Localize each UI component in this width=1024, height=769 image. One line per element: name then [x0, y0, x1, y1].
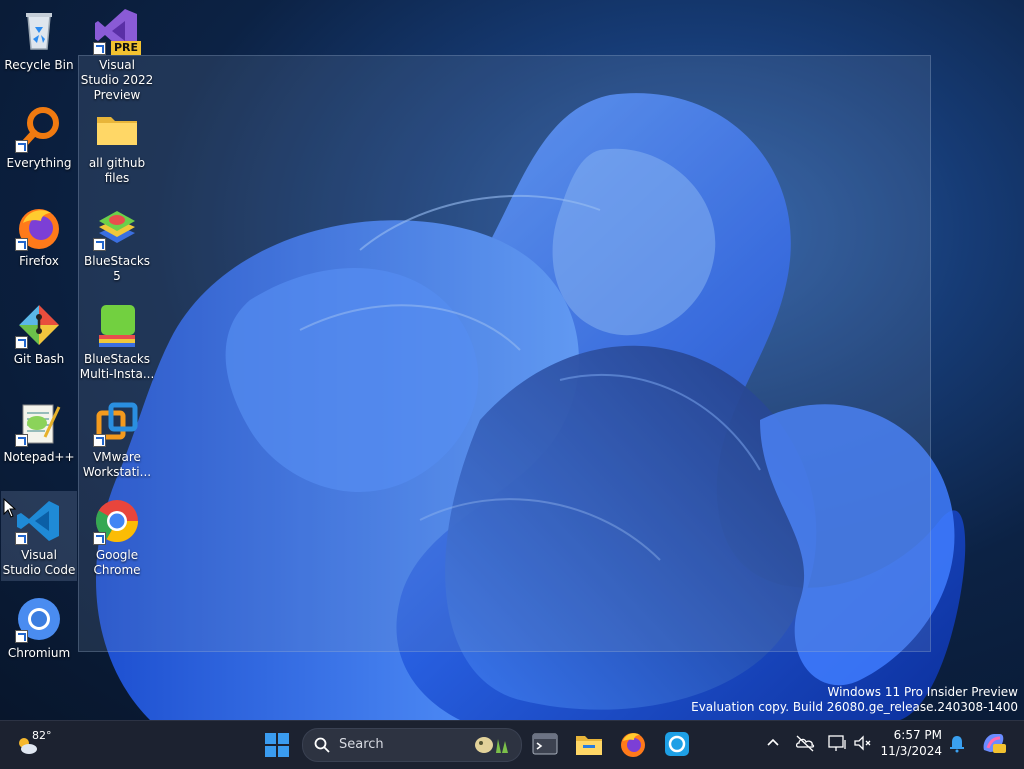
file-explorer-taskbar-button[interactable]	[573, 728, 605, 760]
icon-label: Git Bash	[13, 352, 65, 366]
vmware-workstation-icon-tile[interactable]: VMware Workstati...	[79, 393, 155, 483]
firefox-taskbar-button[interactable]	[617, 728, 649, 760]
selection-rectangle	[78, 55, 931, 652]
search-icon	[314, 737, 330, 753]
search-placeholder: Search	[339, 737, 384, 752]
everything-icon-tile[interactable]: Everything	[1, 99, 77, 189]
sync-app-taskbar-button[interactable]	[661, 728, 693, 760]
search-highlight-icon	[475, 737, 508, 753]
shortcut-arrow-icon	[15, 532, 28, 545]
mouse-pointer-icon	[3, 498, 17, 518]
watermark-edition: Windows 11 Pro Insider Preview	[827, 685, 1018, 699]
notification-bell-icon[interactable]	[946, 732, 968, 754]
icon-label: BlueStacks Multi-Insta...	[79, 352, 155, 381]
google-chrome-icon	[93, 497, 141, 545]
weather-temperature: 82°	[32, 729, 52, 742]
clock-date: 11/3/2024	[880, 744, 942, 758]
start-button[interactable]	[261, 729, 293, 761]
windows-watermark: Windows 11 Pro Insider Preview Evaluatio…	[691, 685, 1018, 715]
icon-label: Firefox	[19, 254, 59, 268]
icon-label: Google Chrome	[93, 548, 141, 577]
start-icon	[265, 733, 289, 757]
icon-label: Notepad++	[3, 450, 75, 464]
firefox-icon	[15, 203, 63, 251]
shortcut-arrow-icon	[93, 434, 106, 447]
icon-label: VMware Workstati...	[82, 450, 152, 479]
notepad-plus-plus-icon	[15, 399, 63, 447]
chevron-up-icon[interactable]	[762, 732, 784, 754]
onedrive-off-icon[interactable]	[794, 732, 816, 754]
icon-label: Recycle Bin	[4, 58, 74, 72]
everything-search-icon	[15, 105, 63, 153]
weather-widget[interactable]: 82°	[16, 727, 56, 763]
bluestacks-icon	[93, 203, 141, 251]
desktop[interactable]: Recycle Bin Everything Firefox Git Bash …	[0, 0, 1024, 720]
copilot-icon[interactable]	[980, 730, 1006, 756]
file-explorer-icon	[576, 736, 602, 755]
folder-icon	[93, 105, 141, 153]
shortcut-arrow-icon	[15, 140, 28, 153]
shortcut-arrow-icon	[93, 238, 106, 251]
chromium-icon	[15, 595, 63, 643]
notepad-plus-plus-icon-tile[interactable]: Notepad++	[1, 393, 77, 483]
display-icon[interactable]	[826, 732, 848, 754]
sync-app-icon	[665, 732, 689, 756]
google-chrome-icon-tile[interactable]: Google Chrome	[79, 491, 155, 581]
watermark-build: Evaluation copy. Build 26080.ge_release.…	[691, 700, 1018, 714]
terminal-taskbar-button[interactable]	[529, 728, 561, 760]
bluestacks-multi-instance-icon	[93, 301, 141, 349]
icon-label: Chromium	[7, 646, 71, 660]
icon-label: BlueStacks 5	[83, 254, 151, 283]
all-github-files-icon-tile[interactable]: all github files	[79, 99, 155, 189]
system-clock[interactable]: 6:57 PM 11/3/2024	[872, 727, 942, 759]
preview-badge: PRE	[110, 41, 141, 55]
visual-studio-icon: PRE	[93, 7, 141, 55]
icon-label: Visual Studio Code	[2, 548, 76, 577]
icon-label: all github files	[88, 156, 146, 185]
shortcut-arrow-icon	[15, 630, 28, 643]
volume-icon[interactable]	[851, 732, 873, 754]
icon-label: Visual Studio 2022 Preview	[80, 58, 154, 102]
vmware-icon	[93, 399, 141, 447]
bluestacks-5-icon-tile[interactable]: BlueStacks 5	[79, 197, 155, 287]
recycle-bin-icon-tile[interactable]: Recycle Bin	[1, 1, 77, 91]
visual-studio-2022-icon-tile[interactable]: PRE Visual Studio 2022 Preview	[79, 1, 155, 102]
git-bash-icon-tile[interactable]: Git Bash	[1, 295, 77, 385]
icon-label: Everything	[6, 156, 72, 170]
terminal-icon	[532, 733, 558, 755]
vscode-icon	[15, 497, 63, 545]
clock-time: 6:57 PM	[893, 728, 942, 742]
shortcut-arrow-icon	[15, 336, 28, 349]
shortcut-arrow-icon	[15, 238, 28, 251]
firefox-icon	[621, 733, 645, 757]
shortcut-arrow-icon	[15, 434, 28, 447]
chromium-icon-tile[interactable]: Chromium	[1, 589, 77, 679]
taskbar-search-box[interactable]: Search	[302, 728, 522, 762]
git-bash-icon	[15, 301, 63, 349]
recycle-bin-icon	[15, 7, 63, 55]
shortcut-arrow-icon	[93, 42, 106, 55]
shortcut-arrow-icon	[93, 532, 106, 545]
firefox-icon-tile[interactable]: Firefox	[1, 197, 77, 287]
bluestacks-multi-instance-icon-tile[interactable]: BlueStacks Multi-Insta...	[79, 295, 155, 385]
